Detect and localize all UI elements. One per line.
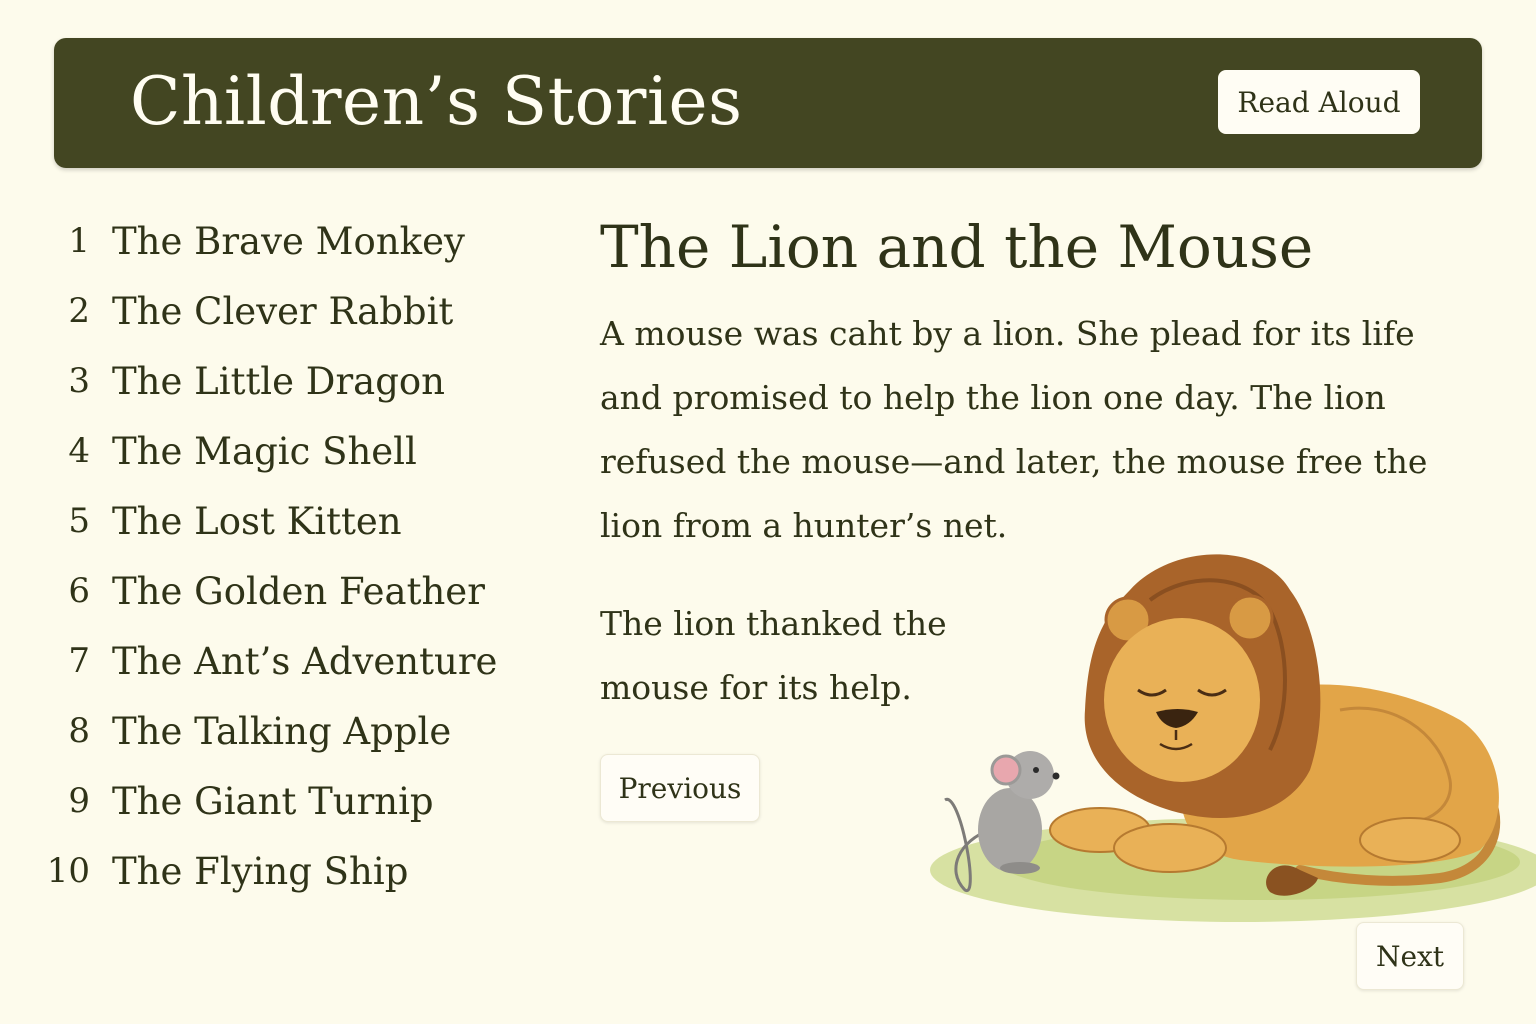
story-number: 1 bbox=[68, 221, 90, 261]
story-list-item[interactable]: 8 The Talking Apple bbox=[40, 696, 540, 766]
story-number: 4 bbox=[68, 431, 90, 471]
story-link[interactable]: The Brave Monkey bbox=[112, 220, 465, 263]
story-page: Children’s Stories Read Aloud 1 The Brav… bbox=[0, 0, 1536, 1024]
story-link[interactable]: The Little Dragon bbox=[112, 360, 445, 403]
story-number: 2 bbox=[68, 291, 90, 331]
story-list-item[interactable]: 7 The Ant’s Adventure bbox=[40, 626, 540, 696]
story-list-item[interactable]: 1 The Brave Monkey bbox=[40, 206, 540, 276]
next-button[interactable]: Next bbox=[1356, 922, 1464, 990]
story-link[interactable]: The Golden Feather bbox=[112, 570, 485, 613]
previous-button[interactable]: Previous bbox=[600, 754, 760, 822]
story-number: 10 bbox=[46, 851, 90, 891]
story-link[interactable]: The Ant’s Adventure bbox=[112, 640, 497, 683]
story-list-item[interactable]: 2 The Clever Rabbit bbox=[40, 276, 540, 346]
story-title: The Lion and the Mouse bbox=[600, 213, 1314, 281]
mouse-body bbox=[978, 788, 1042, 872]
story-link[interactable]: The Clever Rabbit bbox=[112, 290, 453, 333]
story-list-item[interactable]: 10 The Flying Ship bbox=[40, 836, 540, 906]
mouse-feet bbox=[1000, 862, 1040, 874]
lion-and-mouse-illustration bbox=[930, 554, 1536, 922]
lion-ear bbox=[1226, 594, 1274, 642]
lion-front-paw bbox=[1113, 823, 1227, 873]
app-title: Children’s Stories bbox=[130, 63, 743, 140]
mouse-nose bbox=[1052, 772, 1060, 780]
story-number: 7 bbox=[68, 641, 90, 681]
story-link[interactable]: The Magic Shell bbox=[112, 430, 417, 473]
story-number: 6 bbox=[68, 571, 90, 611]
lion-back-paw bbox=[1359, 817, 1461, 863]
story-number: 9 bbox=[68, 781, 90, 821]
story-link[interactable]: The Flying Ship bbox=[112, 850, 408, 893]
story-list-item[interactable]: 9 The Giant Turnip bbox=[40, 766, 540, 836]
story-link[interactable]: The Talking Apple bbox=[112, 710, 451, 753]
read-aloud-button[interactable]: Read Aloud bbox=[1218, 70, 1420, 134]
story-number: 8 bbox=[68, 711, 90, 751]
header-bar: Children’s Stories Read Aloud bbox=[54, 38, 1482, 168]
story-number: 3 bbox=[68, 361, 90, 401]
story-list-item[interactable]: 6 The Golden Feather bbox=[40, 556, 540, 626]
story-list-item[interactable]: 5 The Lost Kitten bbox=[40, 486, 540, 556]
story-list-item[interactable]: 4 The Magic Shell bbox=[40, 416, 540, 486]
lion-face bbox=[1104, 618, 1260, 782]
story-number: 5 bbox=[68, 501, 90, 541]
story-link[interactable]: The Giant Turnip bbox=[112, 780, 434, 823]
mouse-ear bbox=[990, 754, 1022, 786]
story-paragraph: A mouse was caht by a lion. She plead fo… bbox=[600, 314, 1428, 545]
story-list-item[interactable]: 3 The Little Dragon bbox=[40, 346, 540, 416]
story-link[interactable]: The Lost Kitten bbox=[112, 500, 402, 543]
story-list: 1 The Brave Monkey 2 The Clever Rabbit 3… bbox=[40, 206, 540, 906]
